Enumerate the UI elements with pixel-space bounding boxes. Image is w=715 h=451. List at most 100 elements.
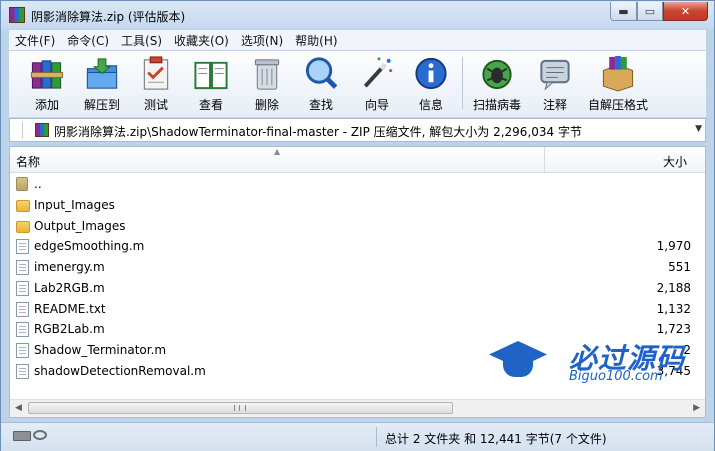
comment-icon bbox=[540, 59, 570, 91]
info-icon bbox=[415, 57, 447, 90]
scan-virus-button[interactable]: 扫描病毒 bbox=[469, 53, 525, 113]
file-size: 1,970 bbox=[656, 239, 691, 254]
find-button[interactable]: 查找 bbox=[299, 53, 343, 113]
close-button[interactable]: ✕ bbox=[663, 2, 708, 21]
file-name: Input_Images bbox=[34, 197, 115, 212]
watermark-url: Biguo100.com bbox=[569, 369, 663, 384]
file-name: edgeSmoothing.m bbox=[34, 239, 145, 254]
watermark: 必过源码 Biguo100.com bbox=[489, 339, 709, 389]
horizontal-scrollbar[interactable]: ◀ ▶ bbox=[10, 399, 705, 417]
file-size: 551 bbox=[668, 260, 691, 274]
file-size: 1,723 bbox=[656, 322, 691, 337]
file-size: 1,132 bbox=[656, 301, 691, 316]
add-books-icon bbox=[30, 60, 64, 89]
file-name: Lab2RGB.m bbox=[34, 280, 105, 295]
file-name: .. bbox=[34, 177, 42, 191]
file-icon bbox=[16, 322, 29, 338]
file-icon bbox=[16, 301, 29, 317]
menu-tools[interactable]: 工具(S) bbox=[115, 32, 168, 49]
menu-command[interactable]: 命令(C) bbox=[61, 32, 115, 49]
winrar-app-icon[interactable] bbox=[9, 7, 25, 23]
file-icon bbox=[16, 280, 29, 296]
grip-icon bbox=[234, 405, 246, 411]
file-name: Output_Images bbox=[34, 218, 126, 233]
menu-help[interactable]: 帮助(H) bbox=[289, 32, 343, 49]
file-icon bbox=[16, 343, 29, 358]
info-label: 信息 bbox=[418, 98, 443, 112]
toolbar-separator bbox=[462, 57, 463, 109]
comment-button[interactable]: 注释 bbox=[533, 53, 577, 113]
virus-scan-icon bbox=[482, 59, 512, 90]
list-item[interactable]: edgeSmoothing.m 1,970 bbox=[10, 236, 705, 257]
address-grip bbox=[12, 122, 23, 138]
sfx-button[interactable]: 自解压格式 bbox=[583, 53, 653, 113]
winrar-window: 阴影消除算法.zip (评估版本) ▬ ▭ ✕ 文件(F) 命令(C) 工具(S… bbox=[0, 0, 715, 451]
drive-icon[interactable] bbox=[13, 431, 31, 441]
search-magnifier-icon bbox=[305, 57, 338, 89]
wizard-button[interactable]: 向导 bbox=[355, 53, 399, 113]
menu-bar: 文件(F) 命令(C) 工具(S) 收藏夹(O) 选项(N) 帮助(H) bbox=[9, 30, 706, 50]
column-name-header[interactable]: 名称 bbox=[16, 153, 40, 170]
list-item[interactable]: Input_Images bbox=[10, 195, 705, 216]
test-clipboard-icon bbox=[143, 56, 169, 90]
extract-to-label: 解压到 bbox=[83, 98, 120, 112]
scroll-right-icon[interactable]: ▶ bbox=[693, 403, 700, 413]
sort-up-icon: ▲ bbox=[274, 147, 281, 156]
test-button[interactable]: 测试 bbox=[135, 53, 177, 113]
file-name: README.txt bbox=[34, 301, 106, 316]
test-label: 测试 bbox=[143, 98, 168, 112]
list-item[interactable]: Output_Images bbox=[10, 216, 705, 237]
delete-button[interactable]: 删除 bbox=[245, 53, 289, 113]
chevron-down-icon[interactable]: ▼ bbox=[695, 124, 702, 134]
sfx-label: 自解压格式 bbox=[587, 98, 648, 112]
file-icon bbox=[16, 363, 29, 379]
list-item[interactable]: Lab2RGB.m 2,188 bbox=[10, 278, 705, 299]
wizard-label: 向导 bbox=[364, 98, 389, 112]
cap-base-shape bbox=[503, 361, 533, 377]
sfx-box-icon bbox=[602, 55, 634, 92]
list-item[interactable]: README.txt 1,132 bbox=[10, 299, 705, 320]
file-icon bbox=[16, 260, 29, 275]
archive-icon bbox=[35, 123, 49, 137]
delete-label: 删除 bbox=[254, 98, 279, 112]
list-header: 名称 ▲ 大小 bbox=[10, 147, 705, 173]
view-label: 查看 bbox=[198, 98, 223, 112]
file-name: RGB2Lab.m bbox=[34, 322, 105, 337]
view-button[interactable]: 查看 bbox=[189, 53, 233, 113]
scan-virus-label: 扫描病毒 bbox=[472, 98, 521, 112]
extract-to-button[interactable]: 解压到 bbox=[77, 53, 127, 113]
menu-options[interactable]: 选项(N) bbox=[235, 32, 289, 49]
folder-icon bbox=[16, 220, 30, 233]
scroll-left-icon[interactable]: ◀ bbox=[15, 403, 22, 413]
view-book-icon bbox=[194, 61, 228, 90]
window-title: 阴影消除算法.zip (评估版本) bbox=[31, 10, 186, 24]
status-divider bbox=[376, 427, 377, 447]
status-summary: 总计 2 文件夹 和 12,441 字节(7 个文件) bbox=[385, 432, 607, 446]
list-item[interactable]: .. bbox=[10, 174, 705, 195]
archive-path: 阴影消除算法.zip\ShadowTerminator-final-master… bbox=[54, 125, 582, 139]
scrollbar-thumb[interactable] bbox=[28, 402, 453, 414]
menu-favorites[interactable]: 收藏夹(O) bbox=[168, 32, 235, 49]
column-divider[interactable] bbox=[544, 147, 545, 172]
trash-icon bbox=[254, 59, 280, 90]
address-bar[interactable]: 阴影消除算法.zip\ShadowTerminator-final-master… bbox=[9, 118, 706, 142]
title-bar[interactable]: 阴影消除算法.zip (评估版本) ▬ ▭ ✕ bbox=[1, 1, 714, 29]
minimize-button[interactable]: ▬ bbox=[610, 2, 637, 21]
list-item[interactable]: imenergy.m 551 bbox=[10, 257, 705, 278]
extract-folder-icon bbox=[86, 58, 118, 89]
add-button[interactable]: 添加 bbox=[23, 53, 71, 113]
key-icon[interactable] bbox=[33, 430, 47, 440]
file-size: 2,188 bbox=[656, 280, 691, 295]
column-size-header[interactable]: 大小 bbox=[663, 153, 687, 170]
comment-label: 注释 bbox=[542, 98, 567, 112]
wizard-wand-icon bbox=[363, 57, 393, 88]
find-label: 查找 bbox=[308, 98, 333, 112]
menu-file[interactable]: 文件(F) bbox=[9, 32, 61, 49]
add-label: 添加 bbox=[34, 98, 59, 112]
file-icon bbox=[16, 239, 29, 255]
folder-icon bbox=[16, 199, 30, 212]
toolbar: 添加 解压到 测试 查看 删除 查找 向导 信息 扫描病毒 注释 自解压格式 bbox=[9, 51, 706, 118]
file-name: shadowDetectionRemoval.m bbox=[34, 363, 206, 378]
info-button[interactable]: 信息 bbox=[409, 53, 453, 113]
maximize-button[interactable]: ▭ bbox=[637, 2, 663, 21]
